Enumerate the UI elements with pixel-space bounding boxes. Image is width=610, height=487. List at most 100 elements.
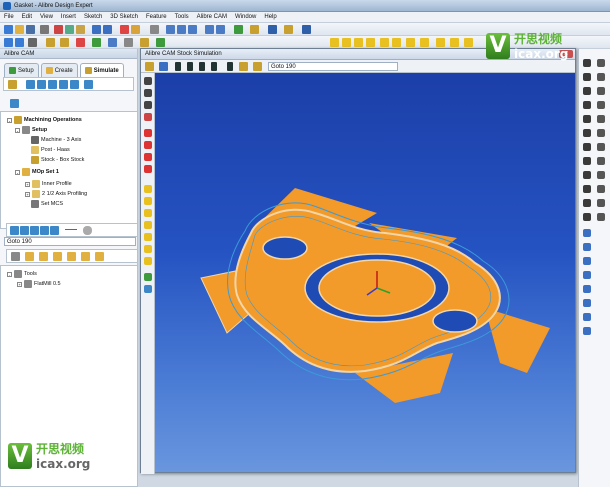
pause-icon[interactable] (70, 80, 79, 89)
part-icon[interactable] (250, 25, 259, 34)
tool-icon-3[interactable] (30, 226, 39, 235)
redo-icon[interactable] (103, 25, 112, 34)
tool-folder-icon-1[interactable] (25, 252, 34, 261)
tool-icon-c[interactable] (597, 87, 605, 95)
settings-icon[interactable] (124, 38, 133, 47)
view-icon[interactable] (268, 25, 277, 34)
simulation-viewport[interactable] (155, 73, 575, 472)
shade-icon[interactable] (144, 273, 152, 281)
menu-window[interactable]: Window (235, 14, 256, 20)
sim-goto-field[interactable]: Goto 190 (268, 62, 398, 71)
tool-icon-b[interactable] (597, 73, 605, 81)
tool-folder-icon-5[interactable] (81, 252, 90, 261)
cube-view-icon-9[interactable] (436, 38, 445, 47)
tool-folder-icon-6[interactable] (95, 252, 104, 261)
cut-icon[interactable] (54, 25, 63, 34)
zoom-window-icon[interactable] (177, 25, 186, 34)
expand-icon[interactable]: + (25, 181, 30, 187)
constraint-icon-6[interactable] (583, 299, 591, 307)
rotate-icon[interactable] (144, 141, 152, 149)
draw-icon-8[interactable] (583, 157, 591, 165)
tree-post[interactable]: Post - Haas (31, 146, 70, 154)
collapse-icon[interactable]: - (7, 271, 12, 277)
line-icon[interactable] (65, 229, 77, 230)
cursor-icon[interactable] (159, 62, 168, 71)
generate-icon[interactable] (76, 38, 85, 47)
draw-icon-10[interactable] (583, 185, 591, 193)
constraint-icon-3[interactable] (583, 257, 591, 265)
tool-icon-j[interactable] (597, 185, 605, 193)
view-bottom-icon[interactable] (144, 245, 152, 253)
tool-icon-4[interactable] (40, 226, 49, 235)
mill-tool-icon[interactable] (11, 252, 20, 261)
draw-icon-3[interactable] (583, 87, 591, 95)
tool-icon-i[interactable] (597, 171, 605, 179)
step-forward-icon[interactable] (199, 62, 205, 71)
cube-view-icon-10[interactable] (450, 38, 459, 47)
mop-icon[interactable] (60, 38, 69, 47)
menu-sketch[interactable]: Sketch (84, 14, 102, 20)
stock-view-icon[interactable] (145, 62, 154, 71)
view-right-icon[interactable] (144, 221, 152, 229)
display-mode-icon[interactable] (15, 38, 24, 47)
tab-simulate[interactable]: Simulate (79, 63, 124, 77)
menu-insert[interactable]: Insert (61, 14, 76, 20)
tool-icon-d[interactable] (597, 101, 605, 109)
zoom-icon[interactable] (166, 25, 175, 34)
cube-view-icon-3[interactable] (354, 38, 363, 47)
stock-box-icon[interactable] (253, 62, 262, 71)
menu-alibre-cam[interactable]: Alibre CAM (197, 14, 227, 20)
undo-icon[interactable] (92, 25, 101, 34)
sketch-icon[interactable] (120, 25, 129, 34)
cube-view-icon-6[interactable] (392, 38, 401, 47)
tool-folder-icon-3[interactable] (53, 252, 62, 261)
expand-icon[interactable]: + (25, 191, 30, 197)
view-back-icon[interactable] (144, 197, 152, 205)
tree-machine[interactable]: Machine - 3 Axis (31, 136, 81, 144)
post-icon[interactable] (108, 38, 117, 47)
tool-icon-g[interactable] (597, 143, 605, 151)
tree-setup[interactable]: - Setup (15, 126, 47, 134)
gear-icon[interactable] (83, 226, 92, 235)
cube-view-icon-5[interactable] (380, 38, 389, 47)
draw-icon-2[interactable] (583, 73, 591, 81)
collapse-icon[interactable]: - (15, 127, 20, 133)
rewind-icon[interactable] (227, 62, 233, 71)
menu-file[interactable]: File (4, 14, 14, 20)
tree-mop-set[interactable]: - MOp Set 1 (15, 168, 59, 176)
draw-icon-11[interactable] (583, 199, 591, 207)
cube-view-icon-1[interactable] (330, 38, 339, 47)
pan-icon[interactable] (188, 25, 197, 34)
help-icon[interactable] (302, 25, 311, 34)
new-icon[interactable] (4, 25, 13, 34)
view-iso-icon[interactable] (144, 257, 152, 265)
zoom-fit-icon[interactable] (144, 113, 152, 121)
goto-field[interactable]: Goto 190 (4, 237, 136, 246)
spin-icon[interactable] (144, 153, 152, 161)
view-front-icon[interactable] (144, 185, 152, 193)
tree-set-mcs[interactable]: Set MCS (31, 200, 63, 208)
tool-folder-icon-2[interactable] (39, 252, 48, 261)
menu-tools[interactable]: Tools (175, 14, 189, 20)
constraint-icon-4[interactable] (583, 271, 591, 279)
rotate-icon[interactable] (205, 25, 214, 34)
tool-icon-e[interactable] (597, 115, 605, 123)
select-icon[interactable] (150, 25, 159, 34)
expand-icon[interactable]: + (17, 281, 22, 287)
tool-icon-f[interactable] (597, 129, 605, 137)
tree-flatmill[interactable]: + FlatMill 0.5 (17, 280, 61, 288)
zoom-window-icon[interactable] (144, 101, 152, 109)
stop-icon[interactable] (59, 80, 68, 89)
fast-forward-icon[interactable] (48, 80, 57, 89)
tool-icon-1[interactable] (10, 226, 19, 235)
tab-setup[interactable]: Setup (4, 63, 39, 77)
draw-icon-7[interactable] (583, 143, 591, 151)
stock-sim-icon[interactable] (8, 80, 17, 89)
menu-3d-sketch[interactable]: 3D Sketch (110, 14, 138, 20)
cube-view-icon-4[interactable] (366, 38, 375, 47)
menu-help[interactable]: Help (264, 14, 276, 20)
stock-icon[interactable] (46, 38, 55, 47)
draw-icon-12[interactable] (583, 213, 591, 221)
tool-icon-k[interactable] (597, 199, 605, 207)
draw-icon-4[interactable] (583, 101, 591, 109)
